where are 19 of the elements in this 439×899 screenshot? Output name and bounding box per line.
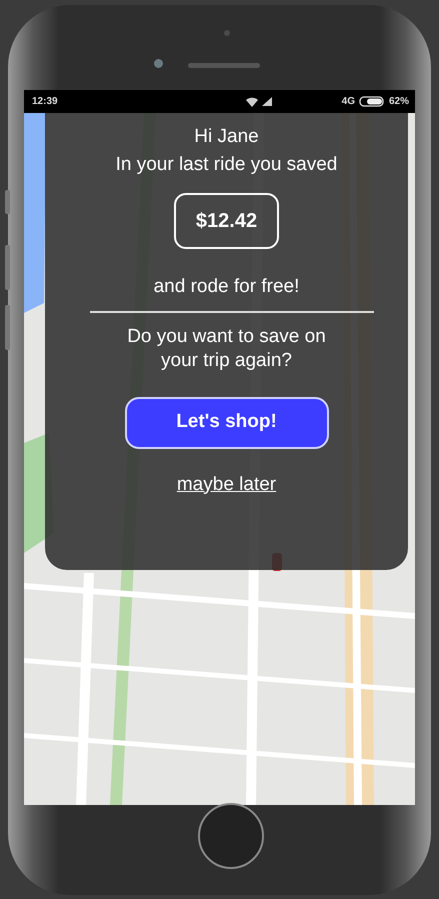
battery-percent: 62% (388, 95, 409, 109)
sensor-icon (224, 30, 230, 36)
savings-amount: $12.42 (174, 192, 280, 248)
question-text: Do you want to save on your trip again? (126, 325, 327, 372)
camera-icon (154, 59, 163, 68)
shop-button[interactable]: Let's shop! (124, 396, 328, 448)
status-time: 12:39 (32, 95, 58, 109)
speaker-grille (188, 63, 260, 68)
message-text: In your last ride you saved (114, 152, 338, 176)
wifi-icon (246, 96, 258, 106)
maybe-later-link[interactable]: maybe later (176, 474, 276, 494)
greeting-text: Hi Jane (193, 125, 260, 149)
side-button[interactable] (5, 245, 10, 290)
network-type: 4G (342, 95, 355, 109)
note-text: and rode for free! (152, 274, 300, 298)
signal-icon (262, 97, 272, 106)
side-button[interactable] (5, 190, 10, 214)
battery-icon (358, 96, 385, 107)
side-button[interactable] (5, 305, 10, 350)
